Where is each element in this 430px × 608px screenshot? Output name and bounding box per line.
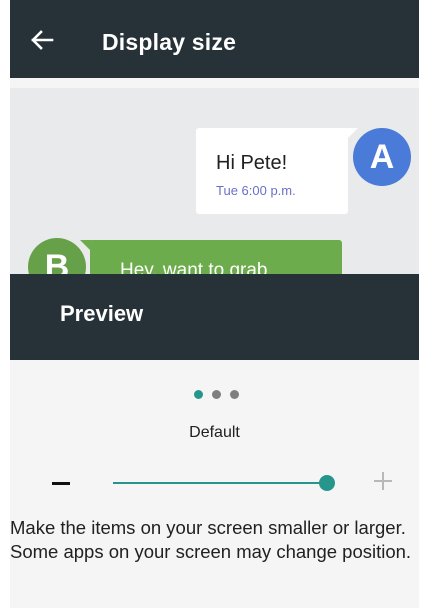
current-size-label: Default <box>189 424 240 441</box>
incoming-message-time: Tue 6:00 p.m. <box>216 183 296 198</box>
size-controls: Default Make the items on your screen sm… <box>10 360 419 608</box>
description-text: Make the items on your screen smaller or… <box>10 517 412 562</box>
incoming-message-bubble: Hi Pete! Tue 6:00 p.m. <box>196 128 348 214</box>
page-dot-active <box>194 390 203 399</box>
chat-preview: Hi Pete! Tue 6:00 p.m. A Hey, want to gr… <box>10 88 419 274</box>
decrease-size-button[interactable] <box>46 468 76 498</box>
arrow-back-icon <box>31 30 54 50</box>
minus-icon <box>52 482 70 485</box>
avatar-b: B <box>28 238 86 274</box>
preview-label: Preview <box>60 301 144 326</box>
slider-track <box>113 482 327 484</box>
outgoing-message-text: Hey, want to grab <box>120 260 268 274</box>
preview-header: Preview <box>10 274 419 360</box>
page-dot <box>212 390 221 399</box>
incoming-bubble-tail <box>346 128 358 140</box>
back-button[interactable] <box>24 22 60 58</box>
page-indicator <box>194 390 254 402</box>
slider-thumb[interactable] <box>319 475 335 491</box>
display-size-slider[interactable] <box>113 470 345 496</box>
outgoing-message-bubble: Hey, want to grab <box>90 240 342 274</box>
app-bar: Display size <box>10 0 419 78</box>
page-title: Display size <box>102 29 237 55</box>
avatar-a: A <box>353 128 411 186</box>
page-dot <box>230 390 239 399</box>
increase-size-button[interactable] <box>368 466 398 496</box>
incoming-message-text: Hi Pete! <box>216 152 288 174</box>
display-size-screen: Display size Hi Pete! Tue 6:00 p.m. A He… <box>10 0 419 608</box>
